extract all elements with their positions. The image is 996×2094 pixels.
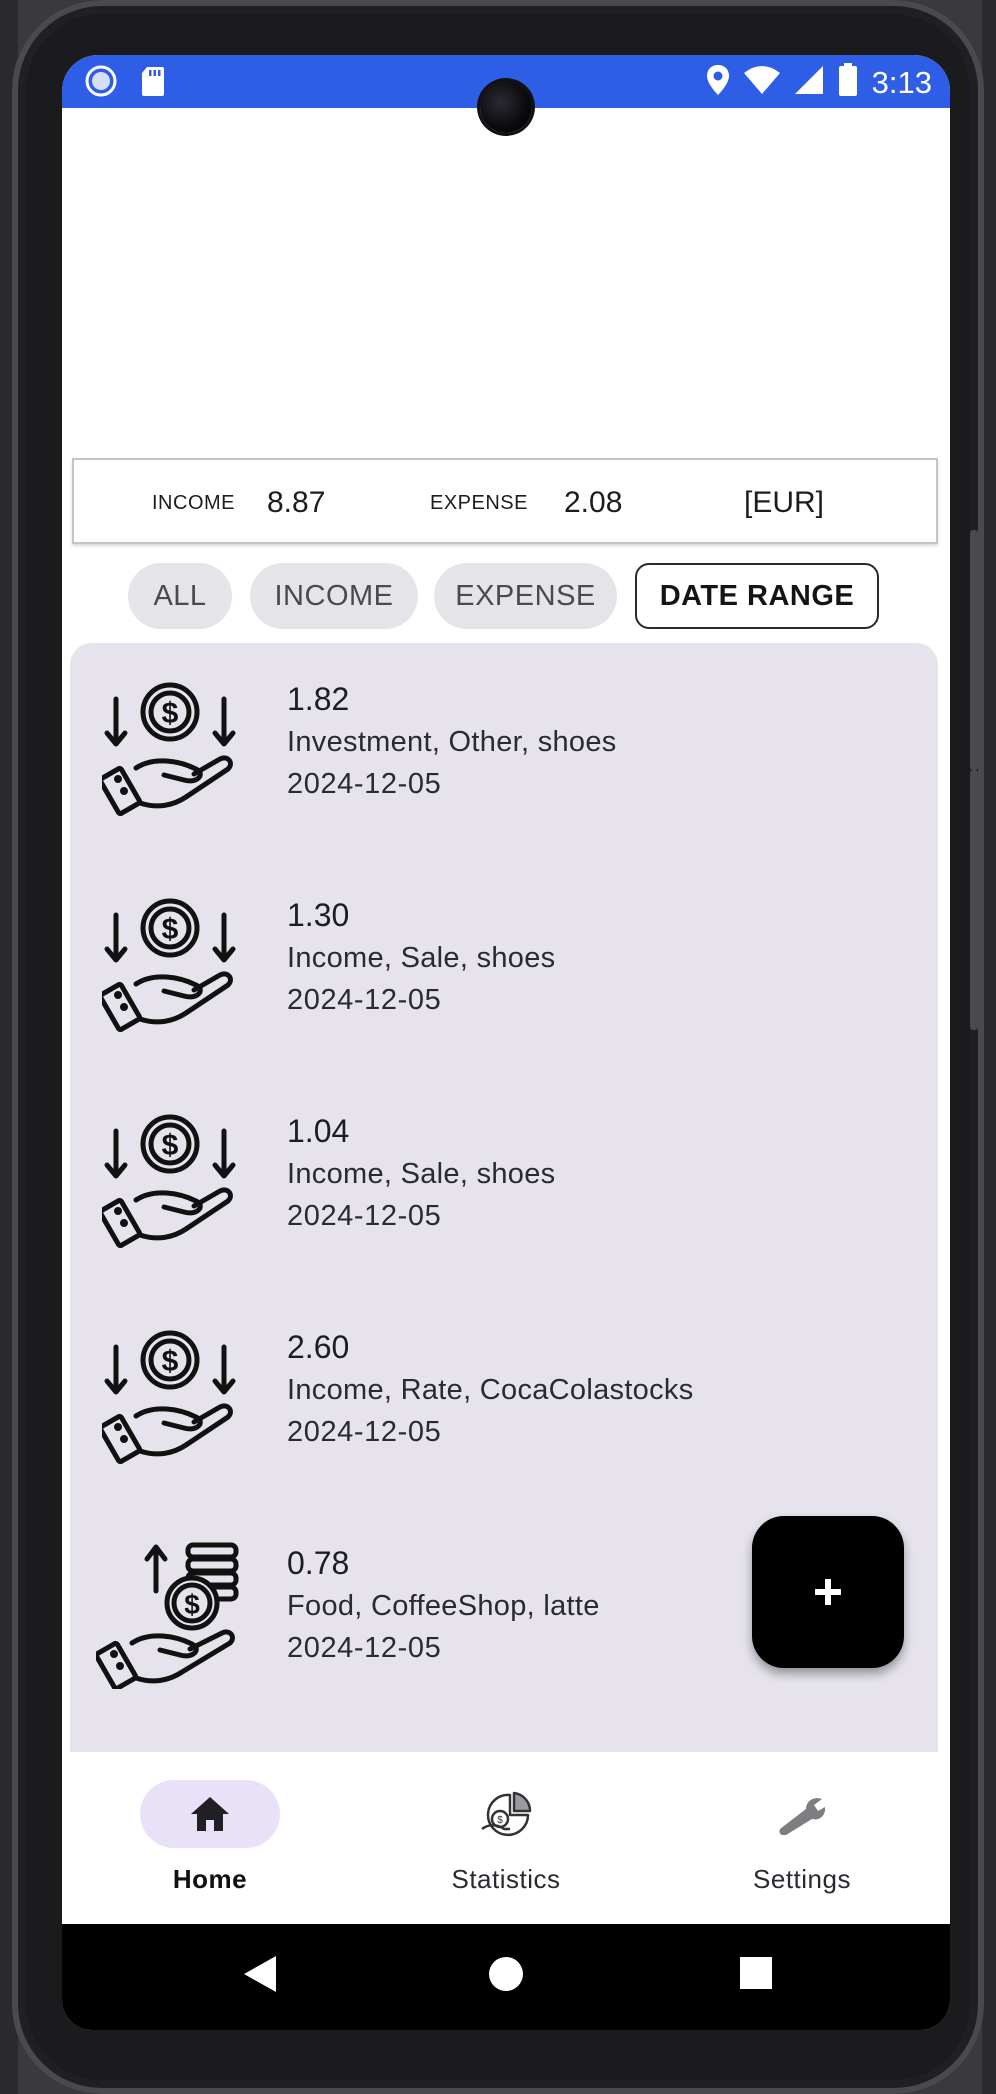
back-icon[interactable] <box>242 1954 278 1999</box>
nav-home-label: Home <box>172 1864 248 1894</box>
expense-total: 2.08 <box>564 486 623 519</box>
transaction-item[interactable]: $ 2.60 Income, Rate, CocaColastocks 2024… <box>70 1291 938 1507</box>
location-icon <box>706 64 730 101</box>
transaction-amount: 2.60 <box>287 1329 350 1365</box>
power-button <box>970 770 978 1030</box>
status-time: 3:13 <box>871 64 932 100</box>
transaction-date: 2024-12-05 <box>287 1416 442 1448</box>
transaction-date: 2024-12-05 <box>287 984 442 1016</box>
add-transaction-button[interactable] <box>752 1516 904 1668</box>
balance-summary: INCOME 8.87 EXPENSE 2.08 [EUR] <box>72 458 938 544</box>
home-icon <box>191 1797 229 1831</box>
income-hand-coin-icon: $ <box>97 897 238 1033</box>
volume-button <box>970 530 978 770</box>
expense-label: EXPENSE <box>430 492 528 514</box>
income-total: 8.87 <box>267 486 326 519</box>
device-bezel-right <box>982 0 996 2094</box>
app-screen: 3:13 INCOME 8.87 EXPENSE 2.08 [EUR] ALL … <box>62 55 950 2030</box>
system-navigation-bar <box>62 1924 950 2030</box>
expense-hand-coins-icon: $ <box>93 1542 239 1692</box>
filter-income-chip[interactable]: INCOME <box>250 563 418 629</box>
transaction-date: 2024-12-05 <box>287 768 442 800</box>
filter-date-range-chip[interactable]: DATE RANGE <box>635 563 879 629</box>
front-camera <box>480 81 532 133</box>
transaction-categories: Income, Sale, shoes <box>287 942 556 974</box>
svg-text:$: $ <box>162 913 179 946</box>
svg-text:$: $ <box>162 697 179 730</box>
transaction-categories: Income, Rate, CocaColastocks <box>287 1374 694 1406</box>
nav-settings-label: Settings <box>753 1864 851 1894</box>
transaction-item[interactable]: $ 1.30 Income, Sale, shoes 2024-12-05 <box>70 859 938 1075</box>
transaction-categories: Income, Sale, shoes <box>287 1158 556 1190</box>
nav-home-active-indicator <box>140 1780 280 1848</box>
recents-square-icon[interactable] <box>739 1956 773 1995</box>
circle-notification-icon <box>84 64 118 103</box>
wifi-icon <box>743 65 780 100</box>
nav-statistics[interactable]: $ Statistics <box>358 1752 654 1924</box>
transaction-date: 2024-12-05 <box>287 1200 442 1232</box>
plus-icon <box>815 1579 841 1605</box>
wrench-icon <box>772 1790 832 1840</box>
transaction-amount: 0.78 <box>287 1545 350 1581</box>
statistics-icon: $ <box>476 1790 536 1840</box>
home-circle-icon[interactable] <box>487 1954 525 1999</box>
sd-card-icon <box>140 65 166 102</box>
income-hand-coin-icon: $ <box>97 681 238 817</box>
transaction-item[interactable]: $ 1.82 Investment, Other, shoes 2024-12-… <box>70 643 938 859</box>
signal-icon <box>794 65 824 100</box>
svg-text:$: $ <box>497 1815 503 1826</box>
transaction-amount: 1.30 <box>287 897 350 933</box>
transaction-date: 2024-12-05 <box>287 1632 442 1664</box>
income-hand-coin-icon: $ <box>97 1113 238 1249</box>
transaction-amount: 1.82 <box>287 681 350 717</box>
income-hand-coin-icon: $ <box>97 1329 238 1465</box>
nav-home[interactable]: Home <box>62 1752 358 1924</box>
transaction-categories: Food, CoffeeShop, latte <box>287 1590 600 1622</box>
currency-label: [EUR] <box>744 486 825 519</box>
phone-frame: 3:13 INCOME 8.87 EXPENSE 2.08 [EUR] ALL … <box>12 0 984 2094</box>
filter-all-chip[interactable]: ALL <box>128 563 232 629</box>
nav-settings[interactable]: Settings <box>654 1752 950 1924</box>
svg-text:$: $ <box>184 1589 200 1620</box>
filter-expense-chip[interactable]: EXPENSE <box>434 563 617 629</box>
bottom-navigation: Home $ Statistics Settings <box>62 1752 950 1924</box>
transaction-categories: Investment, Other, shoes <box>287 726 617 758</box>
transaction-amount: 1.04 <box>287 1113 350 1149</box>
battery-icon <box>838 63 858 102</box>
svg-text:$: $ <box>162 1129 179 1162</box>
nav-statistics-label: Statistics <box>451 1864 561 1894</box>
transaction-item[interactable]: $ 1.04 Income, Sale, shoes 2024-12-05 <box>70 1075 938 1291</box>
income-label: INCOME <box>152 492 235 514</box>
svg-text:$: $ <box>162 1345 179 1378</box>
